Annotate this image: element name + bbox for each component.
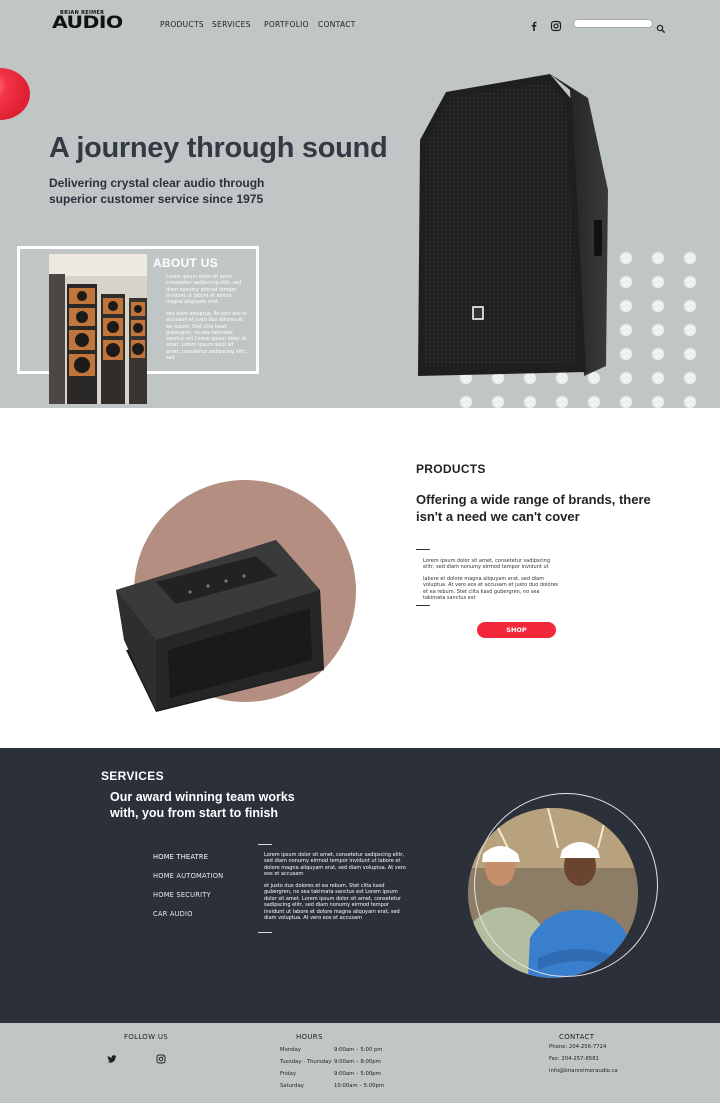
hours-time: 9:00am – 5:00 pm [334,1047,383,1053]
contact-phone: Phone: 204-256-7724 [549,1044,607,1050]
about-paragraph-1: Lorem ipsum dolor sit amet, consetetur s… [166,275,242,306]
divider-dash [258,844,272,845]
hours-day: Friday [280,1071,297,1077]
divider-dash [416,605,430,606]
hero-subtitle: Delivering crystal clear audio through s… [49,176,265,206]
nav-contact[interactable]: CONTACT [318,20,356,29]
hours-day: Tuesday - Thursday [280,1059,332,1065]
nav-portfolio[interactable]: PORTFOLIO [264,20,309,29]
hours-time: 10:00am – 5:00pm [334,1083,385,1089]
hours-time: 9:00am – 5:00pm [334,1071,381,1077]
products-paragraph-1: Lorem ipsum dolor sit amet, consetetur s… [423,558,551,571]
service-home-automation[interactable]: HOME AUTOMATION [153,872,223,880]
nav-services[interactable]: SERVICES [212,20,251,29]
products-label: PRODUCTS [416,462,486,476]
service-home-theatre[interactable]: HOME THEATRE [153,853,208,861]
bluetooth-speaker-image [116,540,324,712]
brand-logo[interactable]: BRIAN REIMER AUDIO [52,10,123,33]
divider-dash [258,932,272,933]
hours-title: HOURS [296,1033,323,1041]
service-home-security[interactable]: HOME SECURITY [153,891,211,899]
twitter-icon[interactable] [107,1049,117,1063]
logo-big-text: AUDIO [52,13,123,33]
about-store-photo [49,254,147,404]
hours-day: Monday [280,1047,301,1053]
instagram-icon[interactable] [156,1049,166,1064]
instagram-icon[interactable] [550,17,562,32]
search-icon[interactable] [656,19,666,34]
hours-day: Saturday [280,1083,304,1089]
pa-speaker-image [418,74,608,376]
hours-time: 9:00am – 8:00pm [334,1059,381,1065]
about-title: ABOUT US [153,256,219,270]
services-paragraph-1: Lorem ipsum dolor sit amet, consetetur s… [264,852,406,878]
services-heading: Our award winning team works with, you f… [110,790,295,820]
follow-us-title: FOLLOW US [124,1033,169,1041]
team-photo-ring [474,793,658,977]
divider-dash [416,549,430,550]
service-car-audio[interactable]: CAR AUDIO [153,910,193,918]
shop-button[interactable]: SHOP [477,622,556,638]
search-input[interactable] [573,19,653,28]
footer: FOLLOW US HOURS Monday 9:00am – 5:00 pm … [0,1023,720,1103]
services-paragraph-2: et justo duo dolores et ea rebum. Stet c… [264,883,401,922]
products-paragraph-2: labore et dolore magna aliquyam erat, se… [423,576,559,602]
facebook-icon[interactable] [528,17,540,31]
products-heading: Offering a wide range of brands, there i… [416,492,651,524]
contact-fax: Fax: 204-257-8581 [549,1056,599,1062]
hero-section: BRIAN REIMER AUDIO PRODUCTS SERVICES POR… [0,0,720,408]
decorative-red-ball [0,68,30,120]
contact-email[interactable]: info@brianreimeraudio.ca [549,1068,618,1074]
services-label: SERVICES [101,769,164,783]
nav-products[interactable]: PRODUCTS [160,20,204,29]
about-paragraph-2: sed diam voluptua. At vero eos et accusa… [166,312,248,362]
hero-title: A journey through sound [49,132,388,164]
contact-title: CONTACT [559,1033,595,1041]
